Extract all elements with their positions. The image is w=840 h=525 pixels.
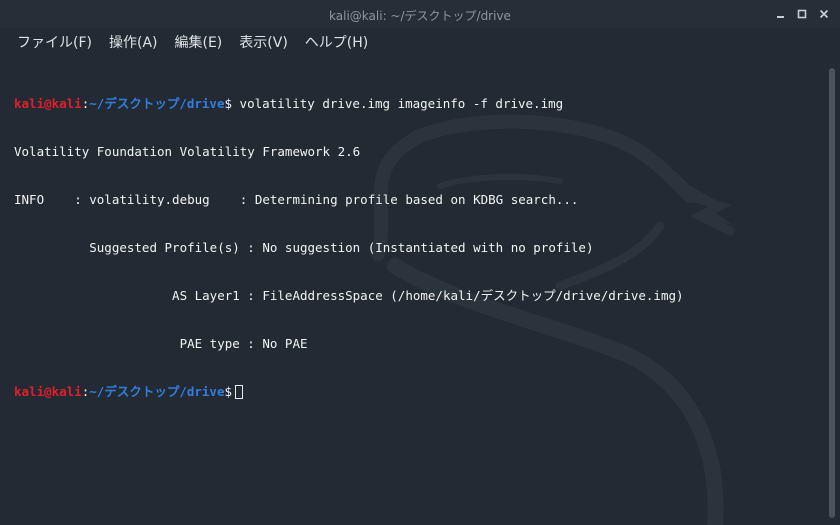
minimize-button[interactable]: [772, 6, 788, 22]
terminal-output: kali@kali:~/デスクトップ/drive$ volatility dri…: [14, 64, 684, 432]
terminal-line: AS Layer1 : FileAddressSpace (/home/kali…: [14, 288, 684, 303]
minimize-icon: [777, 16, 784, 18]
terminal-area[interactable]: kali@kali:~/デスクトップ/drive$ volatility dri…: [0, 56, 826, 525]
close-icon: [819, 9, 829, 19]
window-controls: [772, 6, 832, 22]
maximize-icon: [797, 9, 807, 19]
menu-file[interactable]: ファイル(F): [9, 29, 100, 55]
terminal-line: kali@kali:~/デスクトップ/drive$: [14, 384, 684, 400]
prompt-user: kali@kali: [14, 384, 82, 399]
menu-view[interactable]: 表示(V): [231, 29, 296, 55]
menu-help[interactable]: ヘルプ(H): [297, 29, 376, 55]
maximize-button[interactable]: [794, 6, 810, 22]
terminal-line: Suggested Profile(s) : No suggestion (In…: [14, 240, 594, 255]
prompt-user: kali@kali: [14, 96, 82, 111]
terminal-line: kali@kali:~/デスクトップ/drive$ volatility dri…: [14, 96, 684, 112]
text-cursor: [235, 385, 244, 399]
scrollbar[interactable]: [826, 56, 840, 525]
prompt-path: ~/デスクトップ/drive: [89, 384, 225, 399]
title-bar[interactable]: kali@kali: ~/デスクトップ/drive: [0, 0, 840, 28]
prompt-dollar: $: [224, 384, 233, 399]
menu-action[interactable]: 操作(A): [101, 29, 166, 55]
prompt-path: ~/デスクトップ/drive: [89, 96, 225, 111]
menu-bar: ファイル(F) 操作(A) 編集(E) 表示(V) ヘルプ(H): [0, 28, 840, 55]
prompt-dollar: $: [224, 96, 233, 111]
terminal-line: Volatility Foundation Volatility Framewo…: [14, 144, 361, 159]
terminal-line: INFO : volatility.debug : Determining pr…: [14, 192, 579, 207]
terminal-line: PAE type : No PAE: [14, 336, 308, 351]
window-title: kali@kali: ~/デスクトップ/drive: [329, 9, 511, 23]
close-button[interactable]: [816, 6, 832, 22]
scrollbar-thumb[interactable]: [829, 68, 835, 518]
command-text: volatility drive.img imageinfo -f drive.…: [232, 96, 564, 111]
terminal-window: kali@kali: ~/デスクトップ/drive ファイル(F) 操作(A) …: [0, 0, 840, 525]
menu-edit[interactable]: 編集(E): [167, 29, 231, 55]
